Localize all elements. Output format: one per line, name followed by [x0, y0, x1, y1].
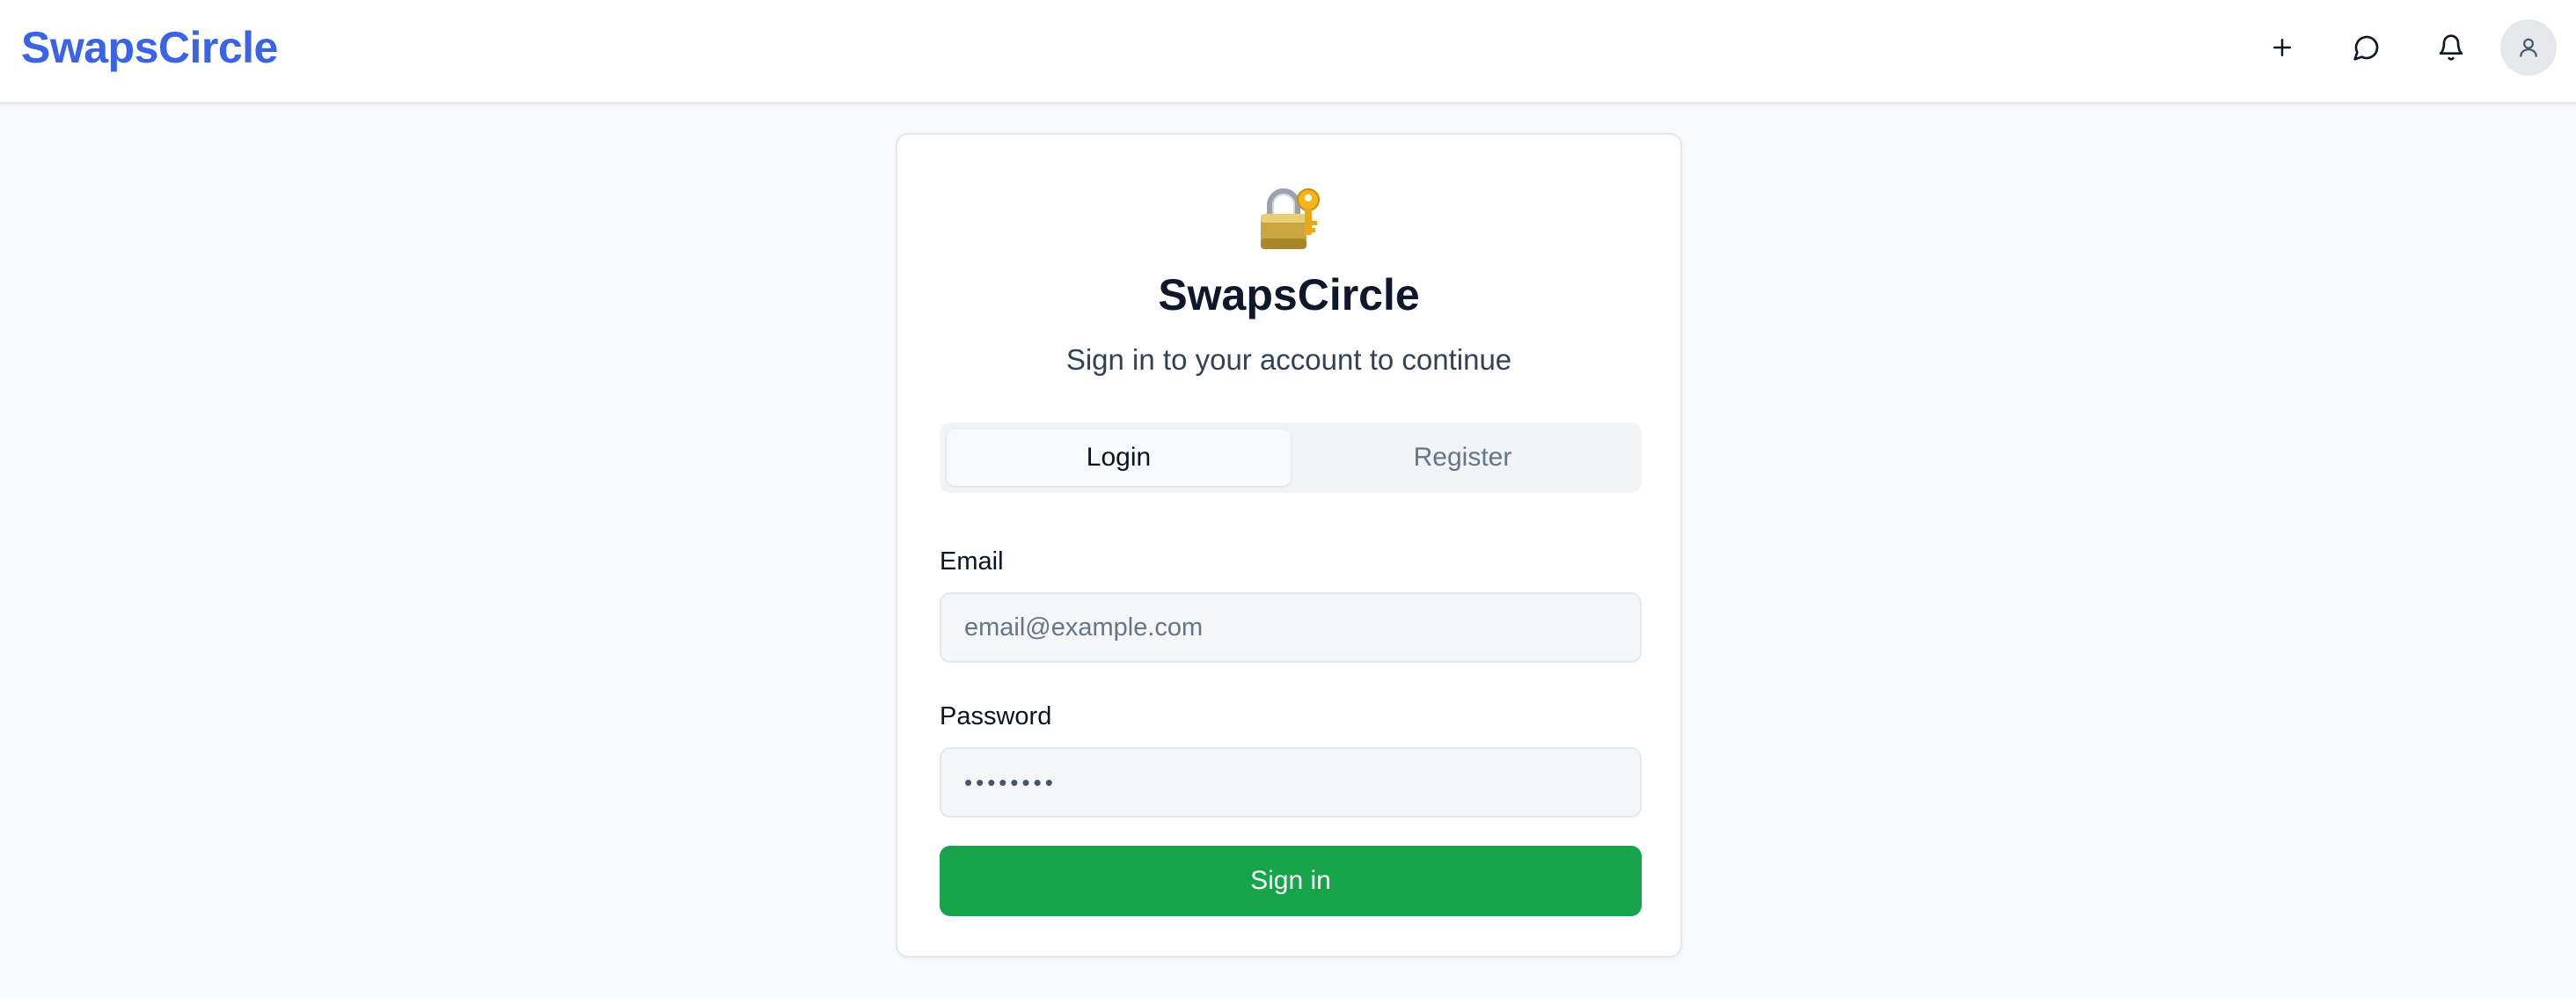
auth-card-title: SwapsCircle: [1158, 270, 1420, 319]
auth-card: SwapsCircle Sign in to your account to c…: [896, 133, 1682, 958]
create-button[interactable]: [2254, 19, 2310, 76]
brand-logo[interactable]: SwapsCircle: [21, 19, 278, 76]
tab-login[interactable]: Login: [947, 429, 1291, 486]
auth-card-subtitle: Sign in to your account to continue: [1065, 343, 1512, 376]
sign-in-button[interactable]: Sign in: [940, 846, 1642, 916]
password-value: ••••••••: [964, 768, 1057, 796]
notifications-button[interactable]: [2423, 19, 2479, 76]
user-icon: [2520, 38, 2537, 57]
auth-tabs: Login Register: [940, 422, 1642, 493]
email-label: Email: [940, 547, 1004, 576]
plus-icon: [2273, 39, 2291, 56]
password-label: Password: [940, 702, 1052, 730]
top-navbar: SwapsCircle: [0, 0, 2576, 104]
bell-icon: [2439, 34, 2463, 61]
lock-with-key-icon: [1261, 188, 1320, 249]
messages-button[interactable]: [2338, 19, 2395, 76]
chat-bubble-icon: [2353, 35, 2379, 61]
navbar-actions: [2226, 19, 2557, 76]
tab-register[interactable]: Register: [1291, 429, 1635, 486]
email-field[interactable]: [940, 592, 1642, 663]
password-field[interactable]: ••••••••: [940, 747, 1642, 818]
user-avatar-button[interactable]: [2500, 19, 2557, 76]
